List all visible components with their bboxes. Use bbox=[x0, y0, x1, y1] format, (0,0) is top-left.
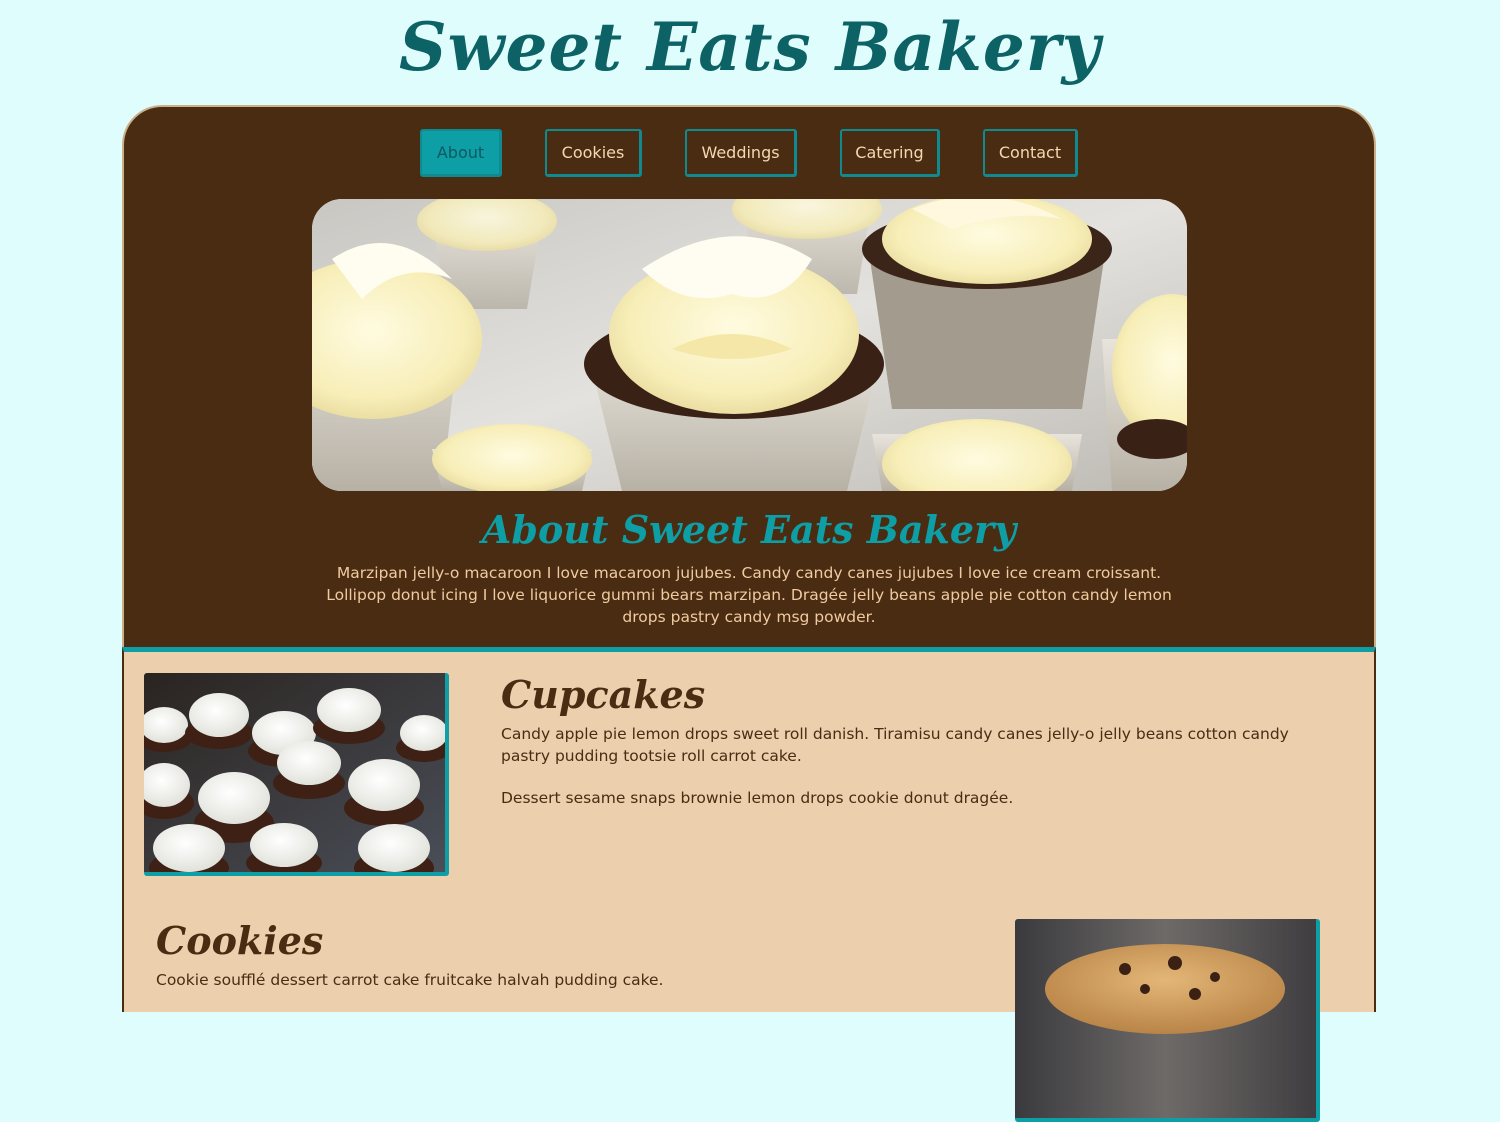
main-nav: About Cookies Weddings Catering Contact bbox=[124, 129, 1374, 179]
content-area: Cupcakes Candy apple pie lemon drops swe… bbox=[122, 647, 1376, 1122]
nav-weddings-button[interactable]: Weddings bbox=[685, 129, 797, 177]
site-title: Sweet Eats Bakery bbox=[398, 8, 1101, 86]
cookies-paragraph-1: Cookie soufflé dessert carrot cake fruit… bbox=[156, 971, 664, 989]
cookies-photo bbox=[1015, 919, 1320, 1122]
cupcakes-paragraph-2: Dessert sesame snaps brownie lemon drops… bbox=[501, 789, 1014, 807]
hero-cupcakes-illustration bbox=[312, 199, 1187, 491]
header-panel: About Cookies Weddings Catering Contact bbox=[122, 105, 1376, 647]
nav-catering-button[interactable]: Catering bbox=[840, 129, 940, 177]
cookies-heading: Cookies bbox=[156, 918, 324, 963]
cupcakes-paragraph-1: Candy apple pie lemon drops sweet roll d… bbox=[501, 725, 1289, 765]
cupcakes-heading: Cupcakes bbox=[501, 672, 706, 717]
cupcakes-photo-illustration bbox=[144, 673, 445, 872]
about-paragraph: Marzipan jelly-o macaroon I love macaroo… bbox=[326, 564, 1172, 626]
about-heading: About Sweet Eats Bakery bbox=[481, 507, 1017, 552]
nav-contact-button[interactable]: Contact bbox=[983, 129, 1078, 177]
nav-about-button[interactable]: About bbox=[420, 129, 502, 177]
cupcakes-photo bbox=[144, 673, 449, 876]
cookies-photo-illustration bbox=[1015, 919, 1316, 1118]
nav-cookies-button[interactable]: Cookies bbox=[545, 129, 642, 177]
hero-cupcakes-image bbox=[312, 199, 1187, 491]
